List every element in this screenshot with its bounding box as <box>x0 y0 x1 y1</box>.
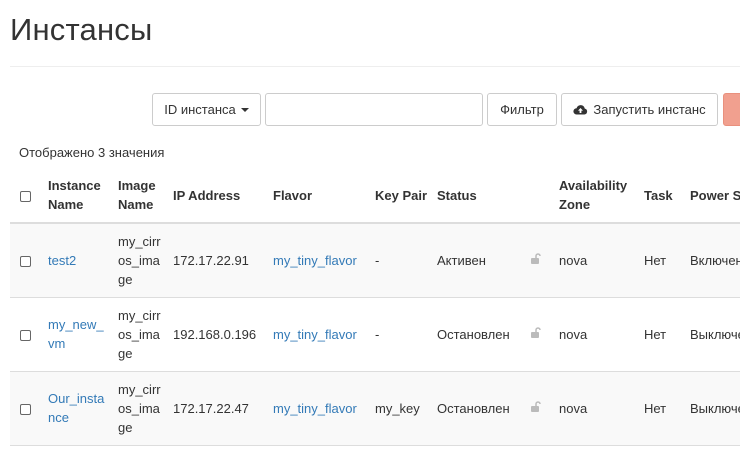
caret-down-icon <box>240 107 249 112</box>
instance-name-link[interactable]: Our_instance <box>48 391 104 425</box>
power-state-cell: Выключен <box>686 297 740 372</box>
status-text: Остановлен <box>437 400 510 416</box>
instance-name-cell: Our_instance <box>44 371 114 446</box>
status-text: Активен <box>437 252 486 268</box>
filter-button-label: Фильтр <box>500 102 544 117</box>
header-ip-address[interactable]: IP Address <box>169 168 269 224</box>
task-cell: Нет <box>640 297 686 372</box>
flavor-cell: my_tiny_flavor <box>269 371 371 446</box>
key-pair-cell: - <box>371 223 433 298</box>
table-row: test2 my_cirros_image 172.17.22.91 my_ti… <box>10 223 740 298</box>
select-all-cell <box>10 168 44 224</box>
filter-field-label: ID инстанса <box>164 102 236 117</box>
availability-zone-cell: nova <box>555 371 640 446</box>
instance-name-cell: my_new_vm <box>44 297 114 372</box>
table-header-row: Instance Name Image Name IP Address Flav… <box>10 168 740 224</box>
row-checkbox[interactable] <box>20 329 31 341</box>
page-title: Инстансы <box>10 12 153 47</box>
ip-address-cell: 172.17.22.91 <box>169 223 269 298</box>
key-pair-cell: - <box>371 297 433 372</box>
task-cell: Нет <box>640 371 686 446</box>
flavor-link[interactable]: my_tiny_flavor <box>273 253 357 268</box>
availability-zone-cell: nova <box>555 297 640 372</box>
flavor-link[interactable]: my_tiny_flavor <box>273 327 357 342</box>
table-row: Our_instance my_cirros_image 172.17.22.4… <box>10 371 740 446</box>
header-task[interactable]: Task <box>640 168 686 224</box>
header-instance-name[interactable]: Instance Name <box>44 168 114 224</box>
table-row: my_new_vm my_cirros_image 192.168.0.196 … <box>10 297 740 372</box>
image-name-cell: my_cirros_image <box>114 371 169 446</box>
task-cell: Нет <box>640 223 686 298</box>
unlock-icon[interactable] <box>529 253 541 265</box>
instance-name-link[interactable]: my_new_vm <box>48 317 104 351</box>
flavor-cell: my_tiny_flavor <box>269 297 371 372</box>
table-toolbar: ID инстанса Фильтр Запустить инстанс <box>0 93 740 127</box>
header-image-name[interactable]: Image Name <box>114 168 169 224</box>
status-cell: Остановлен <box>433 371 555 446</box>
power-state-cell: Включен <box>686 223 740 298</box>
flavor-link[interactable]: my_tiny_flavor <box>273 401 357 416</box>
header-availability-zone[interactable]: Availability Zone <box>555 168 640 224</box>
status-cell: Остановлен <box>433 297 555 372</box>
unlock-icon[interactable] <box>529 400 541 413</box>
row-select-cell <box>10 223 44 298</box>
select-all-checkbox[interactable] <box>20 190 31 202</box>
launch-instance-label: Запустить инстанс <box>593 102 706 117</box>
flavor-cell: my_tiny_flavor <box>269 223 371 298</box>
search-input[interactable] <box>265 93 483 126</box>
header-flavor[interactable]: Flavor <box>269 168 371 224</box>
image-name-cell: my_cirros_image <box>114 223 169 298</box>
instance-name-link[interactable]: test2 <box>48 253 76 268</box>
filter-button[interactable]: Фильтр <box>487 93 557 126</box>
header-power-state[interactable]: Power State <box>686 168 740 224</box>
row-select-cell <box>10 371 44 446</box>
instances-table: Instance Name Image Name IP Address Flav… <box>10 168 740 446</box>
filter-field-dropdown[interactable]: ID инстанса <box>152 93 261 126</box>
power-state-cell: Выключен <box>686 371 740 446</box>
status-text: Остановлен <box>437 326 510 342</box>
row-checkbox[interactable] <box>20 255 31 267</box>
cloud-upload-icon <box>573 105 588 115</box>
image-name-cell: my_cirros_image <box>114 297 169 372</box>
items-count: Отображено 3 значения <box>19 145 165 160</box>
row-select-cell <box>10 297 44 372</box>
ip-address-cell: 172.17.22.47 <box>169 371 269 446</box>
status-cell: Активен <box>433 223 555 298</box>
key-pair-cell: my_key <box>371 371 433 446</box>
instance-name-cell: test2 <box>44 223 114 298</box>
row-checkbox[interactable] <box>20 403 31 415</box>
header-key-pair[interactable]: Key Pair <box>371 168 433 224</box>
availability-zone-cell: nova <box>555 223 640 298</box>
title-divider <box>10 66 740 67</box>
unlock-icon[interactable] <box>529 326 541 339</box>
header-status[interactable]: Status <box>433 168 555 224</box>
launch-instance-button[interactable]: Запустить инстанс <box>561 93 718 126</box>
delete-instances-button[interactable] <box>723 93 740 126</box>
ip-address-cell: 192.168.0.196 <box>169 297 269 372</box>
